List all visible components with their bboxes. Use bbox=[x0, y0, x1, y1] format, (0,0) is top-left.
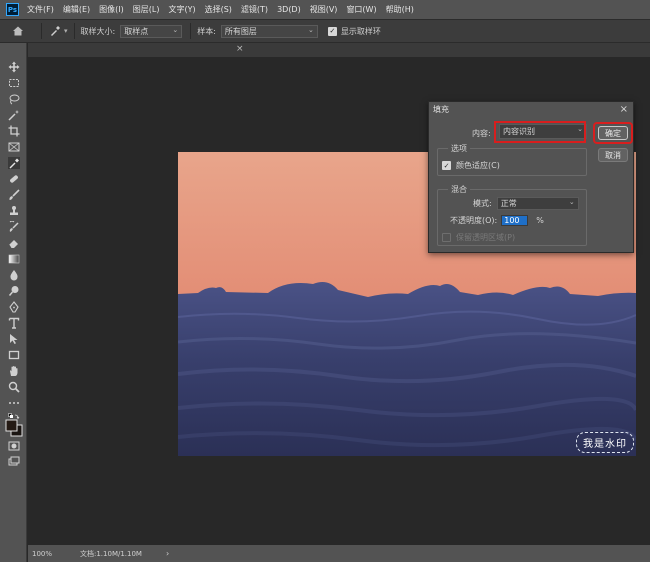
content-label: 内容: bbox=[472, 129, 491, 138]
status-menu-arrow-icon[interactable]: › bbox=[166, 549, 169, 558]
lasso-tool-icon[interactable] bbox=[7, 92, 21, 106]
screen-mode-icon[interactable] bbox=[7, 455, 21, 469]
zoom-tool-icon[interactable] bbox=[7, 380, 21, 394]
sample-size-select[interactable]: 取样点 ⌄ bbox=[120, 24, 183, 38]
sample-label: 样本: bbox=[197, 26, 216, 36]
cancel-button[interactable]: 取消 bbox=[598, 148, 628, 162]
opacity-unit: % bbox=[536, 216, 544, 225]
sample-value: 所有图层 bbox=[224, 26, 257, 36]
menu-3d[interactable]: 3D(D) bbox=[277, 5, 301, 14]
menu-view[interactable]: 视图(V) bbox=[310, 4, 338, 15]
eraser-tool-icon[interactable] bbox=[7, 236, 21, 250]
preserve-transparency-checkbox bbox=[442, 233, 451, 242]
color-adapt-row: ✓ 颜色适应(C) bbox=[442, 160, 500, 171]
dialog-title: 填充 bbox=[433, 104, 449, 114]
color-adapt-checkbox[interactable]: ✓ bbox=[442, 161, 451, 170]
separator bbox=[41, 23, 42, 39]
sample-size-label: 取样大小: bbox=[80, 26, 116, 36]
menu-window[interactable]: 窗口(W) bbox=[346, 4, 376, 15]
chevron-down-icon: ⌄ bbox=[568, 198, 575, 206]
zoom-level[interactable]: 100% bbox=[32, 550, 56, 558]
brush-tool-icon[interactable] bbox=[7, 188, 21, 202]
marquee-tool-icon[interactable] bbox=[7, 76, 21, 90]
chevron-down-icon: ⌄ bbox=[172, 25, 179, 34]
color-adapt-label: 颜色适应(C) bbox=[456, 161, 500, 170]
menu-select[interactable]: 选择(S) bbox=[205, 4, 232, 15]
content-highlight-box bbox=[494, 121, 586, 143]
menu-filter[interactable]: 滤镜(T) bbox=[241, 4, 268, 15]
close-icon[interactable]: × bbox=[236, 44, 244, 54]
preserve-transparency-label: 保留透明区域(P) bbox=[456, 233, 516, 242]
magic-wand-tool-icon[interactable] bbox=[7, 108, 21, 122]
quick-mask-icon[interactable] bbox=[7, 439, 21, 453]
document-info: 文档:1.10M/1.10M bbox=[80, 549, 142, 558]
rectangle-tool-icon[interactable] bbox=[7, 348, 21, 362]
pen-tool-icon[interactable] bbox=[7, 300, 21, 314]
preserve-transparency-row: 保留透明区域(P) bbox=[442, 232, 515, 243]
options-group-title: 选项 bbox=[448, 143, 470, 154]
menu-layer[interactable]: 图层(L) bbox=[133, 4, 160, 15]
menu-help[interactable]: 帮助(H) bbox=[386, 4, 414, 15]
frame-tool-icon[interactable] bbox=[7, 140, 21, 154]
chevron-down-icon[interactable]: ▾ bbox=[64, 27, 68, 35]
mode-row: 模式: 正常 ⌄ bbox=[473, 197, 579, 210]
fill-dialog: 填充 × 内容: 内容识别 ⌄ 确定 取消 选项 ✓ 颜色适应(C) 混合 模式… bbox=[428, 101, 634, 253]
type-tool-icon[interactable] bbox=[7, 316, 21, 330]
options-bar: ▾ 取样大小: 取样点 ⌄ 样本: 所有图层 ⌄ ✓ 显示取样环 bbox=[0, 19, 650, 43]
home-icon[interactable] bbox=[11, 24, 25, 38]
menu-image[interactable]: 图像(I) bbox=[99, 4, 124, 15]
mode-select[interactable]: 正常 ⌄ bbox=[496, 197, 579, 210]
sample-size-value: 取样点 bbox=[124, 26, 149, 36]
tools-panel bbox=[0, 43, 27, 562]
sample-select[interactable]: 所有图层 ⌄ bbox=[220, 24, 318, 38]
show-ring-label: 显示取样环 bbox=[340, 26, 381, 36]
menu-bar: Ps 文件(F) 编辑(E) 图像(I) 图层(L) 文字(Y) 选择(S) 滤… bbox=[0, 0, 650, 19]
opacity-label: 不透明度(O): bbox=[450, 216, 498, 225]
eyedropper-preset-icon[interactable] bbox=[48, 24, 62, 38]
menu-type[interactable]: 文字(Y) bbox=[168, 4, 195, 15]
watermark-text: 我是水印 bbox=[576, 432, 634, 453]
more-tools-icon[interactable] bbox=[7, 396, 21, 410]
photoshop-logo: Ps bbox=[6, 3, 19, 16]
menu-file[interactable]: 文件(F) bbox=[27, 4, 54, 15]
dialog-titlebar[interactable]: 填充 × bbox=[429, 102, 633, 116]
separator bbox=[190, 23, 192, 39]
ok-highlight-box bbox=[593, 122, 633, 144]
clone-stamp-tool-icon[interactable] bbox=[7, 204, 21, 218]
hand-tool-icon[interactable] bbox=[7, 364, 21, 378]
blend-group-title: 混合 bbox=[448, 184, 470, 195]
path-selection-tool-icon[interactable] bbox=[7, 332, 21, 346]
chevron-down-icon: ⌄ bbox=[308, 25, 314, 34]
healing-brush-tool-icon[interactable] bbox=[7, 172, 21, 186]
blend-group: 混合 模式: 正常 ⌄ 不透明度(O): 100 % 保留透明区域(P) bbox=[437, 184, 587, 246]
blur-tool-icon[interactable] bbox=[7, 268, 21, 282]
opacity-input[interactable]: 100 bbox=[501, 215, 529, 226]
document-tab-strip: × bbox=[28, 43, 650, 57]
move-tool-icon[interactable] bbox=[7, 60, 21, 74]
history-brush-tool-icon[interactable] bbox=[7, 220, 21, 234]
dodge-tool-icon[interactable] bbox=[7, 284, 21, 298]
gradient-tool-icon[interactable] bbox=[7, 252, 21, 266]
mode-label: 模式: bbox=[473, 199, 492, 208]
eyedropper-tool-icon[interactable] bbox=[7, 156, 21, 170]
crop-tool-icon[interactable] bbox=[7, 124, 21, 138]
foreground-background-color-icon[interactable] bbox=[4, 418, 24, 438]
separator bbox=[73, 23, 75, 39]
menu-edit[interactable]: 编辑(E) bbox=[63, 4, 90, 15]
show-ring-checkbox[interactable]: ✓ bbox=[327, 26, 337, 36]
status-bar: 100% 文档:1.10M/1.10M › bbox=[28, 545, 650, 562]
mode-value: 正常 bbox=[500, 199, 517, 208]
opacity-row: 不透明度(O): 100 % bbox=[450, 215, 544, 226]
options-group: 选项 ✓ 颜色适应(C) bbox=[437, 143, 587, 176]
close-icon[interactable]: × bbox=[620, 104, 628, 115]
